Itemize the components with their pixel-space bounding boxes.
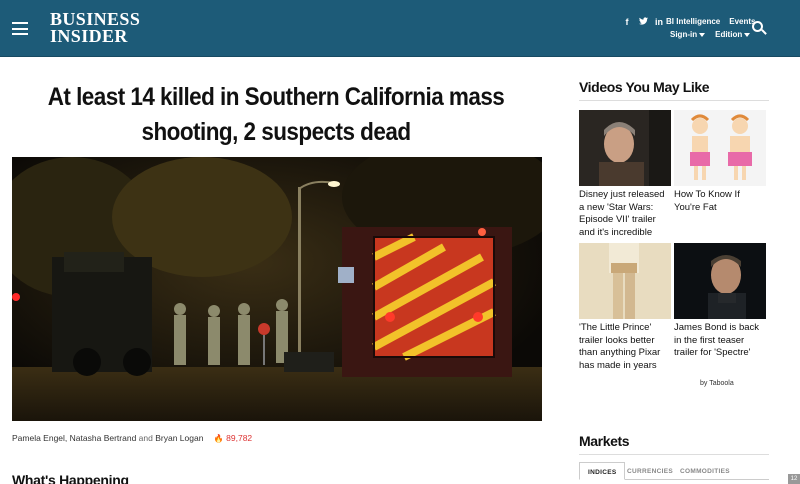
logo-line-2: INSIDER (50, 26, 128, 46)
author-link[interactable]: Bryan Logan (155, 433, 203, 443)
video-thumbnail (674, 243, 766, 319)
site-header: BUSINESS INSIDER f in BI Intelligence Ev… (0, 0, 800, 57)
twitter-icon[interactable] (638, 17, 648, 27)
video-title: Disney just released a new 'Star Wars: E… (579, 189, 665, 238)
signin-dropdown[interactable]: Sign-in (670, 30, 706, 39)
author-link[interactable]: Pamela Engel (12, 433, 65, 443)
edition-dropdown[interactable]: Edition (715, 30, 751, 39)
video-title: James Bond is back in the first teaser t… (674, 322, 760, 358)
author-link[interactable]: Natasha Bertrand (70, 433, 137, 443)
signin-label: Sign-in (670, 30, 698, 39)
section-heading: What's Happening (12, 472, 129, 484)
video-card[interactable]: James Bond is back in the first teaser t… (674, 243, 766, 360)
video-title: How To Know If You're Fat (674, 189, 740, 213)
markets-tabs: INDICES CURRENCIES COMMODITIES (579, 462, 769, 480)
tab-commodities[interactable]: COMMODITIES (680, 462, 730, 480)
menu-icon[interactable] (12, 22, 28, 35)
chevron-down-icon (744, 32, 751, 37)
video-thumbnail (674, 110, 766, 186)
social-links: f in (622, 17, 664, 27)
video-card[interactable]: 'The Little Prince' trailer looks better… (579, 243, 671, 372)
linkedin-icon[interactable]: in (654, 17, 664, 27)
byline: Pamela Engel, Natasha Bertrand and Bryan… (12, 433, 252, 443)
account-links: Sign-in Edition (670, 30, 751, 39)
view-count-value: 89,782 (226, 433, 253, 443)
video-card[interactable]: Disney just released a new 'Star Wars: E… (579, 110, 671, 239)
tab-indices[interactable]: INDICES (579, 462, 626, 480)
search-icon[interactable] (752, 21, 767, 35)
page-badge: 12 (788, 474, 800, 484)
view-count: 🔥 89,782 (214, 433, 252, 443)
tab-currencies[interactable]: CURRENCIES (627, 462, 673, 480)
video-title: 'The Little Prince' trailer looks better… (579, 322, 661, 371)
video-thumbnail (579, 243, 671, 319)
article-headline: At least 14 killed in Southern Californi… (47, 83, 505, 146)
video-card[interactable]: How To Know If You're Fat (674, 110, 766, 214)
facebook-icon[interactable]: f (622, 17, 632, 27)
taboola-attribution[interactable]: by Taboola (700, 380, 734, 387)
chevron-down-icon (699, 32, 706, 37)
divider (579, 454, 769, 455)
videos-heading: Videos You May Like (579, 79, 710, 95)
author-conjunction: and (138, 433, 153, 443)
top-links: BI Intelligence Events (666, 17, 755, 26)
author-separator: , (64, 433, 68, 443)
bi-intelligence-link[interactable]: BI Intelligence (666, 17, 720, 26)
flame-icon: 🔥 (213, 434, 224, 443)
edition-label: Edition (715, 30, 743, 39)
site-logo[interactable]: BUSINESS INSIDER (50, 10, 140, 46)
markets-heading: Markets (579, 433, 630, 449)
divider (579, 100, 769, 101)
video-thumbnail (579, 110, 671, 186)
hero-image[interactable] (12, 157, 542, 421)
